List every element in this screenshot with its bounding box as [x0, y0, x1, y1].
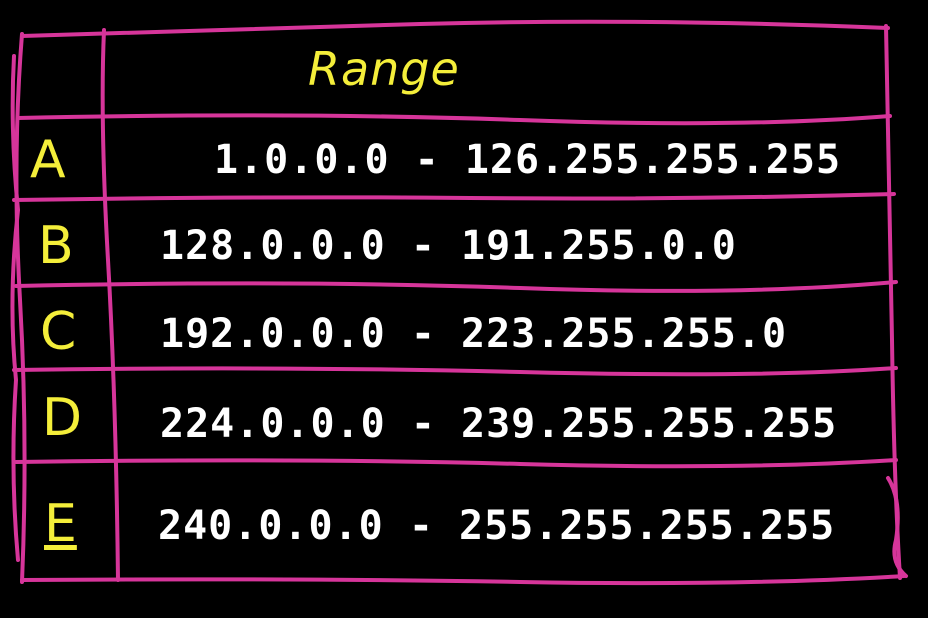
- grid-line-divider: [100, 28, 120, 582]
- range-row-a: 1.0.0.0 - 126.255.255.255: [214, 137, 842, 183]
- class-label-a: A: [30, 130, 66, 190]
- range-row-c: 192.0.0.0 - 223.255.255.0: [160, 311, 788, 357]
- ip-class-table: Range A B C D E 1.0.0.0 - 126.255.255.25…: [0, 0, 928, 618]
- range-row-e: 240.0.0.0 - 255.255.255.255: [158, 503, 836, 549]
- grid-line-top: [20, 19, 890, 38]
- grid-line-row-a-bottom: [12, 192, 896, 202]
- grid-line-right: [884, 24, 902, 580]
- class-label-d: D: [42, 388, 83, 448]
- grid-line-row-b-bottom: [14, 280, 898, 293]
- grid-line-row-d-bottom: [14, 458, 898, 469]
- grid-line-bottom: [20, 574, 906, 586]
- column-header-range: Range: [308, 42, 460, 96]
- class-label-b: B: [38, 216, 74, 276]
- range-row-b: 128.0.0.0 - 191.255.0.0: [160, 223, 737, 269]
- class-label-c: C: [40, 302, 77, 362]
- grid-line-row-c-bottom: [12, 366, 898, 377]
- class-label-e: E: [44, 494, 77, 554]
- grid-line-header-bottom: [16, 113, 892, 126]
- range-row-d: 224.0.0.0 - 239.255.255.255: [160, 401, 838, 447]
